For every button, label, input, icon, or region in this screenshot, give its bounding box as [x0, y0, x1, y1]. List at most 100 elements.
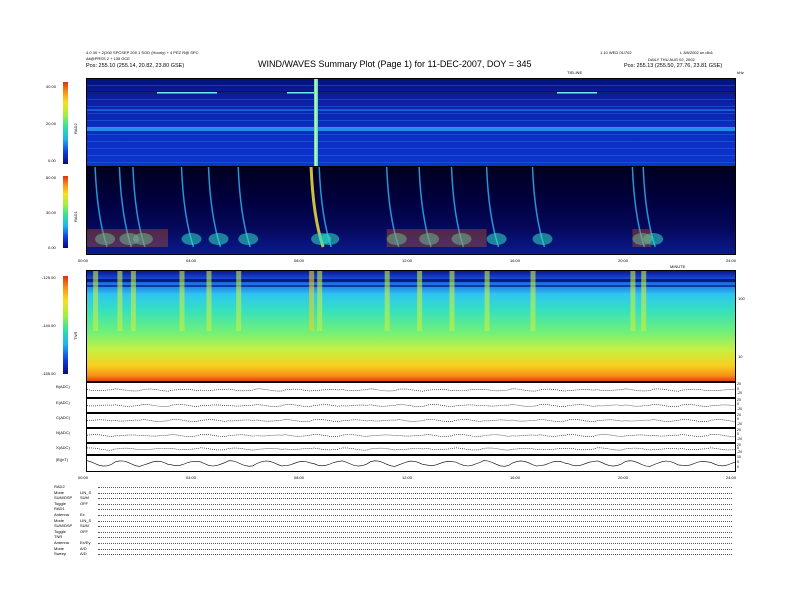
- strip-label: E(ADC): [56, 400, 70, 405]
- tnr-burst: [384, 271, 390, 331]
- strip-plot: [86, 428, 736, 443]
- legend-key: Antenna: [54, 512, 69, 517]
- strip-right-tick: 0: [737, 465, 739, 469]
- strip-trace: [87, 403, 735, 408]
- legend-value: Ex: [80, 512, 85, 517]
- strip-plot: [86, 398, 736, 413]
- tnr-burst: [630, 271, 636, 331]
- time-tick-label: 12:00: [402, 475, 413, 480]
- rad2-tick: 40.00: [46, 84, 57, 89]
- rad1-emission: [208, 233, 229, 245]
- legend-key: Mode: [54, 545, 65, 551]
- time-tick-label: 12:00: [402, 258, 413, 263]
- strip-right-tick: -20: [737, 436, 743, 441]
- rad2-ylabel: RAD2: [73, 123, 78, 134]
- time-tick-label: 00:00: [78, 475, 89, 480]
- header-meta-right1: 1.10 WED 01/702: [600, 50, 632, 55]
- header-position-left: Pos: 255.10 (255.14, 20.82, 23.80 GSE): [86, 63, 185, 69]
- page-title: WIND/WAVES Summary Plot (Page 1) for 11-…: [258, 59, 532, 69]
- time-tick-label: 00:00: [78, 258, 89, 263]
- rad1-emission: [486, 233, 507, 245]
- tnr-right-tick: 100: [738, 296, 745, 301]
- time-tick-label: 24:00: [726, 475, 737, 480]
- strip-trace: [87, 460, 735, 467]
- tnr-burst: [449, 271, 455, 331]
- strip-plot: [86, 455, 736, 472]
- tnr-burst: [417, 271, 423, 331]
- tnr-burst: [236, 271, 242, 331]
- legend-key: Toggle: [54, 528, 66, 534]
- header-meta-right2: DAILY THU AUG 02, 2002: [648, 57, 695, 62]
- tnr-tick: -125.00: [42, 275, 56, 280]
- legend-dotted-line: [98, 554, 732, 556]
- legend-dotted-line: [98, 498, 732, 500]
- legend-dotted-line: [98, 531, 732, 533]
- legend-value: A/D: [80, 551, 87, 557]
- header-mid-label: TIELINE: [567, 70, 583, 75]
- time-tick-label: 04:00: [186, 258, 197, 263]
- strip-label: B(ADC): [56, 384, 70, 389]
- legend-dotted-line: [98, 492, 732, 494]
- rad2-tick: 20.00: [46, 121, 57, 126]
- tnr-burst: [206, 271, 212, 331]
- legend-key: Toggle: [54, 500, 66, 506]
- rad1-activity-band: [386, 229, 487, 247]
- tnr-burst: [309, 271, 315, 331]
- rad1-emission: [532, 233, 553, 245]
- legend-dotted-line: [98, 520, 732, 522]
- time-tick-label: 16:00: [510, 475, 521, 480]
- legend-value: Ex/Ey: [80, 540, 91, 545]
- rad1-tick: 30.00: [46, 210, 57, 215]
- legend-value: OFF: [80, 528, 88, 534]
- time-tick-label: 08:00: [294, 258, 305, 263]
- strip-label: C(ADC): [56, 415, 70, 420]
- legend-value: LIN_S: [80, 517, 92, 523]
- legend-key: Mode: [54, 489, 65, 495]
- legend-key: Sweep: [54, 551, 67, 557]
- rad1-activity-band: [87, 229, 168, 247]
- legend-dotted-line: [98, 487, 732, 488]
- legend-key: Antenna: [54, 540, 69, 545]
- rad1-emission: [319, 233, 340, 245]
- legend-dotted-line: [98, 548, 732, 550]
- legend-key: RAD2: [54, 484, 65, 489]
- legend-dotted-line: [98, 509, 732, 511]
- legend-dotted-line: [98, 543, 732, 544]
- bottom-time-axis: 00:00 04:00 08:00 12:00 16:00 20:00 24:00: [78, 471, 737, 481]
- rad1-emission: [238, 233, 259, 245]
- tnr-burst: [117, 271, 123, 331]
- rad1-colorbar: [63, 176, 68, 248]
- rad1-spectrogram: [86, 166, 736, 255]
- legend-key: RAD1: [54, 506, 65, 512]
- legend-dotted-line: [98, 515, 732, 516]
- tnr-spectrogram: [86, 270, 736, 382]
- strip-label: |B|(nT): [56, 457, 69, 462]
- time-tick-label: 16:00: [510, 258, 521, 263]
- tnr-burst: [179, 271, 185, 331]
- tnr-colorbar: [63, 276, 68, 374]
- tnr-tick: -155.00: [42, 371, 56, 376]
- tnr-burst: [484, 271, 490, 331]
- rad1-emission: [181, 233, 202, 245]
- strip-trace: [87, 447, 735, 451]
- tnr-burst: [317, 271, 323, 331]
- time-axis-label: MINUTE: [670, 264, 686, 269]
- strip-right-tick: -20: [737, 406, 743, 411]
- rad1-tick: 0.00: [48, 245, 56, 250]
- strip-trace: [87, 418, 735, 423]
- tnr-burst: [530, 271, 536, 331]
- rad2-tick: 0.00: [48, 158, 56, 163]
- strip-plot: [86, 413, 736, 428]
- header-unit-khz: kHz: [737, 70, 744, 75]
- header-meta-line2: Alt@PRSS 2 + 135 OCE: [86, 56, 130, 61]
- header-position-right: Pos: 255.13 (255.50, 27.76, 23.81 GSE): [624, 63, 723, 69]
- legend-dotted-line: [98, 526, 732, 528]
- time-tick-label: 04:00: [186, 475, 197, 480]
- legend-key: SUM/DSP: [54, 523, 73, 529]
- rad1-ylabel: RAD1: [73, 211, 78, 222]
- legend-value: LIN_S: [80, 489, 92, 495]
- strip-right-tick: -20: [737, 391, 743, 396]
- legend-value: SUM: [80, 495, 89, 501]
- time-tick-label: 24:00: [726, 258, 737, 263]
- header-meta-line1: 4.0 30 + 2(200 SPCSEP 200 1 SOD (Hourly)…: [86, 50, 199, 55]
